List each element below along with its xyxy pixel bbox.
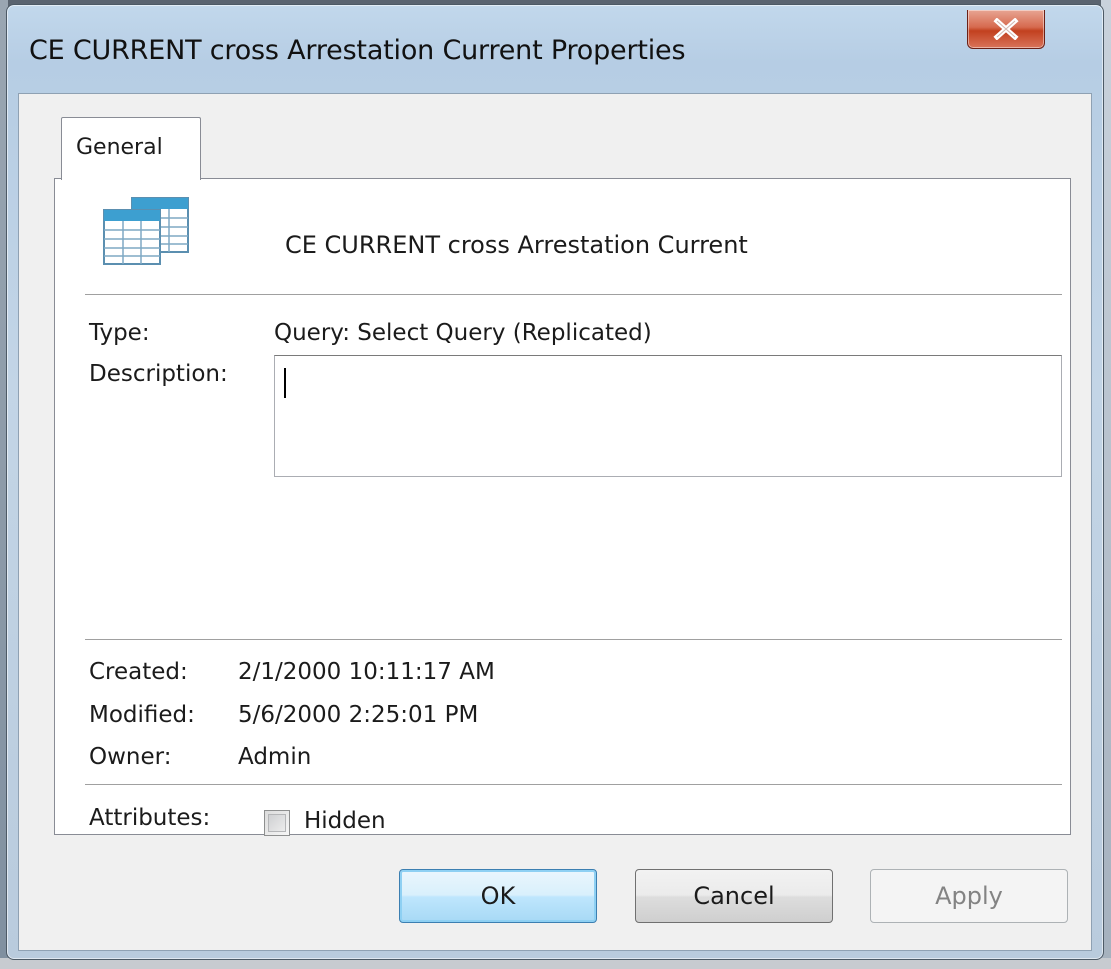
hidden-checkbox[interactable] [264, 810, 290, 836]
text-caret [284, 368, 286, 398]
separator-bottom [85, 784, 1062, 786]
properties-dialog: CE CURRENT cross Arrestation Current Pro… [6, 4, 1104, 960]
cancel-button[interactable]: Cancel [635, 869, 833, 923]
modified-value: 5/6/2000 2:25:01 PM [238, 702, 479, 728]
tab-general-label: General [76, 135, 163, 160]
owner-value: Admin [238, 744, 312, 770]
attributes-label: Attributes: [89, 805, 211, 831]
type-value: Query: Select Query (Replicated) [274, 320, 652, 346]
hidden-label[interactable]: Hidden [304, 808, 386, 834]
modified-label: Modified: [89, 702, 195, 728]
general-tab-panel: CE CURRENT cross Arrestation Current Typ… [54, 178, 1071, 836]
close-button[interactable] [967, 10, 1045, 49]
created-value: 2/1/2000 10:11:17 AM [238, 659, 495, 685]
query-table-icon [103, 197, 189, 265]
object-name: CE CURRENT cross Arrestation Current [285, 231, 748, 259]
ok-button[interactable]: OK [399, 869, 597, 923]
owner-label: Owner: [89, 744, 172, 770]
type-label: Type: [89, 320, 150, 346]
description-input[interactable] [274, 355, 1062, 477]
apply-button[interactable]: Apply [870, 869, 1068, 923]
created-label: Created: [89, 659, 188, 685]
separator-top [85, 294, 1062, 296]
tab-general[interactable]: General [61, 117, 201, 180]
window-title: CE CURRENT cross Arrestation Current Pro… [29, 35, 686, 66]
close-icon [993, 18, 1019, 40]
separator-middle [85, 639, 1062, 641]
dialog-client-area: General CE CURRENT cross Arrestation Cur… [18, 93, 1092, 951]
description-label: Description: [89, 361, 228, 387]
